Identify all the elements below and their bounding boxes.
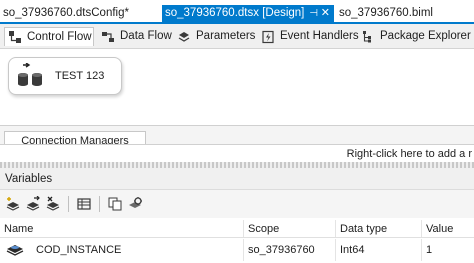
execute-sql-task[interactable]: TEST 123 — [8, 57, 122, 95]
tab-parameters-label: Parameters — [196, 30, 256, 42]
document-tab-strip: so_37936760.dtsConfig* so_37936760.dtsx … — [0, 0, 474, 22]
variables-window-title: Variables — [0, 168, 474, 190]
control-flow-canvas[interactable]: TEST 123 — [0, 49, 474, 125]
tab-parameters[interactable]: Parameters — [174, 27, 256, 46]
variables-toolbar — [0, 190, 474, 218]
data-flow-icon — [101, 30, 115, 44]
variables-grid-header: Name Scope Data type Value — [0, 220, 474, 238]
variable-name: COD_INSTANCE — [36, 244, 122, 256]
variable-value-cell[interactable]: 1 — [422, 239, 474, 261]
move-variable-icon[interactable] — [25, 195, 41, 212]
close-icon[interactable]: ✕ — [321, 5, 330, 22]
tab-event-handlers[interactable]: Event Handlers — [258, 27, 359, 46]
tab-biml-label: so_37936760.biml — [339, 7, 433, 19]
properties-icon[interactable] — [127, 196, 143, 212]
tab-package-explorer[interactable]: Package Explorer — [358, 27, 471, 46]
tab-data-flow[interactable]: Data Flow — [98, 27, 172, 46]
tab-event-handlers-label: Event Handlers — [280, 30, 359, 42]
tab-dtsx-design-label: so_37936760.dtsx [Design] — [165, 7, 305, 19]
tab-dtsconfig[interactable]: so_37936760.dtsConfig* — [0, 5, 160, 22]
grid-options-icon[interactable] — [76, 196, 92, 212]
column-header-scope[interactable]: Scope — [244, 220, 336, 237]
task-label: TEST 123 — [55, 70, 105, 82]
variable-scope-cell[interactable]: so_37936760 — [244, 239, 336, 261]
copy-icon[interactable] — [107, 196, 123, 212]
connection-managers-hint: Right-click here to add a r — [346, 148, 472, 160]
tab-dtsx-design[interactable]: so_37936760.dtsx [Design] ⊣ ✕ — [162, 5, 334, 22]
variable-data-type-cell[interactable]: Int64 — [336, 239, 422, 261]
tab-control-flow[interactable]: Control Flow — [4, 27, 94, 46]
tab-control-flow-label: Control Flow — [27, 30, 92, 43]
parameters-icon — [177, 30, 191, 44]
event-handlers-icon — [261, 30, 275, 44]
tab-package-explorer-label: Package Explorer — [380, 30, 471, 42]
toolbar-separator — [68, 196, 69, 212]
column-header-value[interactable]: Value — [422, 220, 474, 237]
pin-icon[interactable]: ⊣ — [309, 5, 318, 22]
toolbar-separator — [99, 196, 100, 212]
tab-biml[interactable]: so_37936760.biml — [336, 5, 456, 22]
column-header-name[interactable]: Name — [0, 220, 244, 237]
execute-sql-task-icon — [17, 61, 45, 90]
column-header-data-type[interactable]: Data type — [336, 220, 422, 237]
delete-variable-icon[interactable] — [45, 196, 61, 212]
tab-dtsconfig-label: so_37936760.dtsConfig* — [3, 7, 129, 19]
variable-name-cell[interactable]: COD_INSTANCE — [0, 239, 244, 261]
variable-icon — [6, 241, 24, 260]
designer-tab-bar: Control Flow Data Flow Parameters Event … — [0, 24, 474, 49]
add-variable-icon[interactable] — [5, 196, 21, 212]
table-row[interactable]: COD_INSTANCE so_37936760 Int64 1 — [0, 239, 474, 261]
tab-data-flow-label: Data Flow — [120, 30, 172, 42]
control-flow-icon — [8, 30, 22, 44]
package-explorer-icon — [361, 30, 375, 44]
